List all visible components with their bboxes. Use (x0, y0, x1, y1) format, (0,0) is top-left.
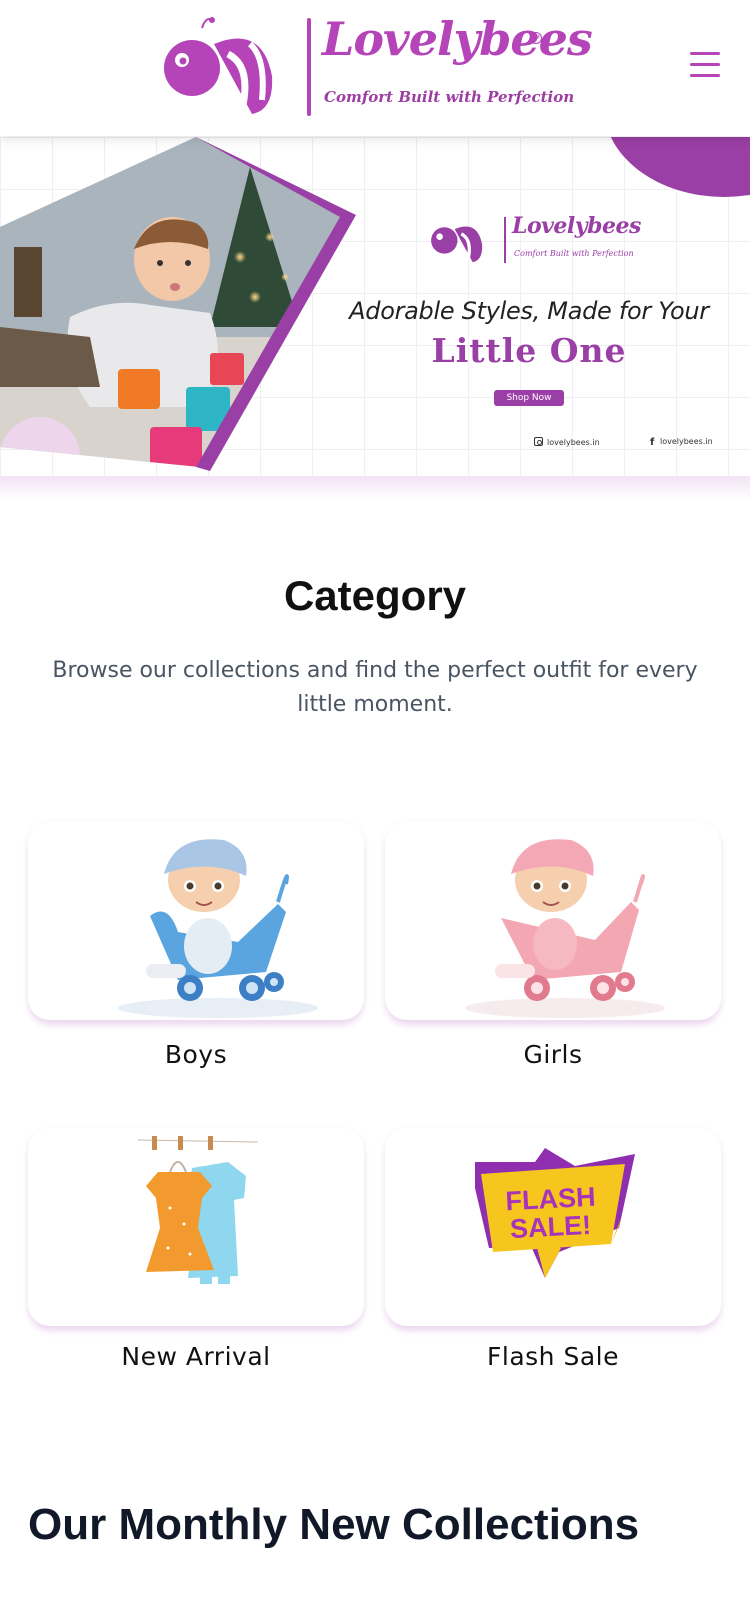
facebook-handle-text: lovelybees.in (660, 437, 713, 446)
instagram-handle[interactable]: lovelybees.in (534, 437, 600, 447)
category-label-boys[interactable]: Boys (28, 1040, 364, 1069)
category-card-flash-sale[interactable]: FLASH SALE! (385, 1128, 721, 1326)
category-card-girls[interactable] (385, 822, 721, 1020)
category-label-girls[interactable]: Girls (385, 1040, 721, 1069)
hamburger-menu-icon[interactable] (690, 52, 720, 78)
monthly-collections-heading: Our Monthly New Collections (28, 1500, 640, 1549)
flash-sale-badge-text: SALE! (509, 1210, 591, 1244)
banner-subheadline: Little One (431, 331, 627, 370)
category-card-new-arrival[interactable] (28, 1128, 364, 1326)
brand-name: Lovelybees (322, 12, 593, 66)
banner-brand-tagline: Comfort Built with Perfection (514, 249, 634, 258)
banner-headline: Adorable Styles, Made for Your (349, 297, 709, 325)
hero-banner[interactable]: Lovelybees Comfort Built with Perfection… (0, 137, 750, 477)
category-card-boys[interactable] (28, 822, 364, 1020)
site-header: Lovelybees TM Comfort Built with Perfect… (0, 0, 750, 136)
banner-logo: Lovelybees Comfort Built with Perfection (430, 213, 641, 265)
category-heading: Category (283, 572, 467, 619)
bee-logo-icon (164, 17, 273, 114)
baby-clothes-hanger-image (137, 1136, 259, 1284)
facebook-icon: f (650, 437, 655, 448)
baby-boy-stroller-image (118, 839, 318, 1018)
logo-divider (307, 18, 311, 116)
banner-brand-name: Lovelybees (512, 213, 641, 239)
facebook-handle[interactable]: f lovelybees.in (650, 437, 713, 448)
instagram-handle-text: lovelybees.in (547, 438, 600, 447)
decorative-blob (604, 137, 750, 197)
trademark-mark: TM (530, 32, 542, 44)
banner-logo-divider (504, 217, 506, 263)
instagram-icon (534, 437, 543, 446)
flash-sale-badge-image: FLASH SALE! (475, 1148, 635, 1278)
brand-logo[interactable]: Lovelybees TM Comfort Built with Perfect… (162, 12, 593, 120)
category-label-new-arrival[interactable]: New Arrival (28, 1342, 364, 1371)
brand-tagline: Comfort Built with Perfection (324, 88, 575, 106)
bee-logo-icon (431, 226, 483, 263)
baby-girl-stroller-image (465, 839, 665, 1018)
category-label-flash-sale[interactable]: Flash Sale (385, 1342, 721, 1371)
banner-shadow (0, 476, 750, 500)
shop-now-button[interactable]: Shop Now (494, 390, 564, 406)
category-description: Browse our collections and find the perf… (52, 658, 698, 717)
baby-photo-image (0, 137, 356, 471)
